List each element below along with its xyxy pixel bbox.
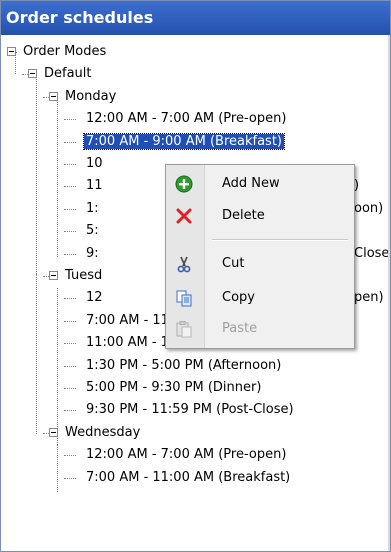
schedule-node[interactable]: 10 bbox=[84, 153, 105, 175]
paste-icon bbox=[175, 320, 193, 338]
tree-node-label: Wednesday bbox=[65, 424, 141, 440]
tree-node-label: 7:00 AM - 9:00 AM (Breakfast) bbox=[83, 132, 285, 150]
tree-group-node[interactable]: Order Modes bbox=[21, 41, 108, 63]
tree-connector bbox=[64, 455, 76, 457]
tree-connector bbox=[64, 365, 76, 367]
tree-connector bbox=[64, 298, 76, 300]
tree-node-label-tail: Close bbox=[354, 245, 390, 261]
tree-node-label-tail: oon) bbox=[354, 200, 384, 216]
menu-item-label: Delete bbox=[222, 208, 265, 223]
tree-guide-line bbox=[36, 274, 37, 434]
tree-group-node[interactable]: Wednesday bbox=[63, 422, 142, 444]
tree-connector bbox=[64, 253, 76, 255]
schedule-node[interactable]: 7:00 AM - 9:00 AM (Breakfast) bbox=[83, 131, 285, 153]
tree-node-label: 9:30 PM - 11:59 PM (Post-Close) bbox=[86, 402, 294, 418]
schedule-node[interactable]: 9: Close bbox=[84, 243, 389, 265]
schedule-node[interactable]: 9:30 PM - 11:59 PM (Post-Close) bbox=[84, 399, 296, 421]
schedule-node[interactable]: 7:00 AM - 11:00 AM (Breakfast) bbox=[84, 467, 292, 489]
tree-connector bbox=[64, 388, 76, 389]
menu-item-label: Cut bbox=[222, 256, 245, 271]
tree-node-label: Order Modes bbox=[23, 44, 107, 59]
tree-group-node[interactable]: Tuesd bbox=[63, 265, 104, 287]
tree-node-label: 12 bbox=[86, 290, 103, 306]
tree-connector bbox=[64, 343, 76, 345]
tree-node-label: 5:00 PM - 9:30 PM (Dinner) bbox=[86, 380, 262, 395]
tree-node-label: 11 bbox=[86, 178, 103, 194]
collapse-toggle-icon[interactable] bbox=[49, 271, 58, 280]
tree-connector bbox=[64, 164, 76, 165]
menu-separator bbox=[212, 239, 348, 241]
tree-connector bbox=[64, 186, 76, 188]
copy-icon bbox=[175, 289, 193, 307]
menu-item-delete[interactable]: Delete bbox=[166, 201, 354, 231]
tree-guide-line bbox=[57, 97, 58, 257]
tree-connector bbox=[64, 141, 76, 143]
tree-connector bbox=[64, 410, 76, 412]
schedule-node[interactable]: 12:00 AM - 7:00 AM (Pre-open) bbox=[84, 444, 288, 466]
tree-group-node[interactable]: Monday bbox=[63, 86, 118, 108]
schedule-node[interactable]: 1: oon) bbox=[84, 198, 383, 220]
tree-node-label: 7:00 AM - 11:00 AM (Breakfast) bbox=[86, 469, 291, 485]
tree-guide-line bbox=[57, 444, 58, 492]
delete-icon bbox=[175, 207, 193, 225]
tree-connector bbox=[64, 208, 76, 210]
menu-item-label: Copy bbox=[222, 290, 255, 305]
tree-group-node[interactable]: Default bbox=[42, 63, 94, 85]
tree-connector bbox=[64, 231, 76, 233]
context-menu: Add New Delete Cut Copy Paste bbox=[165, 164, 355, 349]
schedule-node[interactable]: 5:00 PM - 9:30 PM (Dinner) bbox=[84, 377, 263, 399]
tree-guide-line bbox=[57, 288, 58, 443]
tree-node-label: 5: bbox=[86, 223, 99, 239]
tree-node-label: 9: bbox=[86, 245, 99, 261]
menu-item-label: Add New bbox=[222, 176, 280, 191]
menu-item-add-new[interactable]: Add New bbox=[166, 169, 354, 199]
menu-item-paste[interactable]: Paste bbox=[166, 314, 354, 344]
tree-node-label: 12:00 AM - 7:00 AM (Pre-open) bbox=[86, 111, 287, 127]
tree-connector bbox=[64, 477, 76, 479]
tree-connector bbox=[64, 320, 76, 322]
tree-node-label-tail: pen) bbox=[354, 290, 384, 306]
tree-node-label: Tuesd bbox=[65, 268, 103, 283]
tree-guide-line bbox=[15, 52, 16, 74]
tree-node-label: 10 bbox=[86, 156, 103, 171]
tree-node-label: 1:30 PM - 5:00 PM (Afternoon) bbox=[86, 357, 282, 373]
menu-item-label: Paste bbox=[222, 321, 258, 336]
menu-item-copy[interactable]: Copy bbox=[166, 283, 354, 313]
schedule-node[interactable]: 12:00 AM - 7:00 AM (Pre-open) bbox=[84, 108, 288, 130]
cut-icon bbox=[175, 255, 193, 273]
schedule-node[interactable]: 5: bbox=[84, 220, 101, 242]
tree-node-label: 12:00 AM - 7:00 AM (Pre-open) bbox=[86, 447, 287, 463]
menu-item-cut[interactable]: Cut bbox=[166, 249, 354, 279]
schedule-node[interactable]: 1:30 PM - 5:00 PM (Afternoon) bbox=[84, 355, 283, 377]
schedule-node[interactable]: 11) bbox=[84, 175, 359, 197]
tree-node-label: 1: bbox=[86, 200, 99, 216]
tree-node-label: Monday bbox=[65, 88, 117, 104]
add-icon bbox=[175, 175, 193, 193]
tree-node-label: Default bbox=[44, 66, 92, 82]
tree-guide-line bbox=[36, 74, 37, 274]
scrollbar-edge[interactable] bbox=[388, 35, 390, 551]
panel-title: Order schedules bbox=[1, 1, 390, 35]
tree-connector bbox=[64, 119, 76, 121]
schedule-node[interactable]: 12 pen) bbox=[84, 287, 384, 309]
